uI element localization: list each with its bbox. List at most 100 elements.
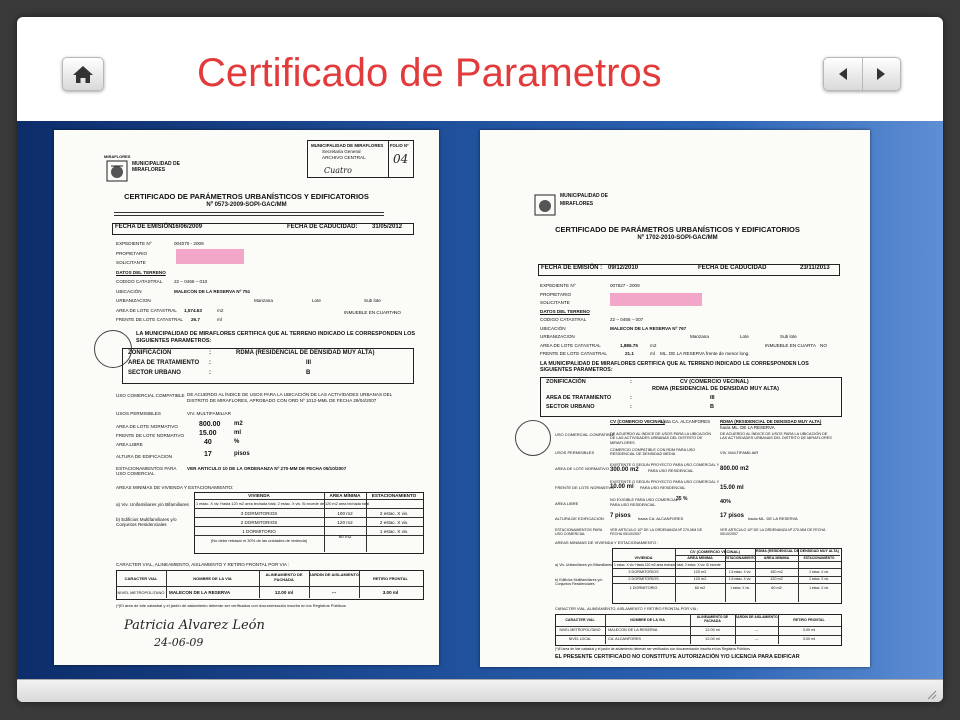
col-cv-sub: hasta CA. ALCANFORES bbox=[660, 419, 711, 424]
area-rdma: 800.00 m2 bbox=[720, 466, 749, 472]
vial-title: CARACTER VIAL, ALINEAMIENTO, AISLAMIENTO… bbox=[555, 607, 699, 611]
col-rdma-sub: hacia ML. DE LA RESERVA bbox=[720, 425, 775, 430]
ubicacion: MALECON DE LA RESERVA Nº 767 bbox=[610, 326, 687, 331]
table-rdma-header: RDMA (RESIDENCIAL DE DENSIDAD MUY ALTA) bbox=[756, 549, 839, 553]
r1-a2: 150 m2 bbox=[770, 570, 783, 574]
altura-cv: 7 pisos bbox=[610, 513, 631, 519]
frente-normativo: 15.00 bbox=[199, 430, 217, 437]
sector: B bbox=[306, 370, 311, 376]
v2-caracter: NIVEL LOCAL bbox=[568, 637, 592, 641]
vial-header-jardin: JARDIN DE AISLAMIENTO bbox=[309, 572, 360, 577]
stamp-line-3: ARCHIVO CENTRAL bbox=[322, 155, 366, 160]
vial-h-nombre: NOMBRE DE LA VIA bbox=[630, 618, 665, 622]
footnote: (*)El área de lote catastral y el jardín… bbox=[116, 603, 346, 608]
datos-terreno-heading: DATOS DEL TERRENO bbox=[116, 270, 166, 275]
v2-alineamiento: 12.00 ml bbox=[705, 637, 720, 641]
home-button[interactable] bbox=[62, 57, 104, 91]
r1-v: 3 DORMITORIOS bbox=[628, 570, 659, 574]
muni-top-label: MIRAFLORES bbox=[104, 154, 131, 159]
zonificacion-label: ZONIFICACIÓN bbox=[128, 350, 172, 356]
area-libre-label: AREA LIBRE bbox=[116, 442, 143, 447]
area-tratamiento-label: AREA DE TRATAMIENTO bbox=[546, 395, 612, 401]
r2-a2: 120 m2 bbox=[770, 577, 783, 581]
folio-label: FOLIO Nº bbox=[390, 143, 409, 148]
fecha-emision-label: FECHA DE EMISIÓN : bbox=[541, 265, 603, 271]
resize-grip-icon[interactable] bbox=[925, 688, 937, 700]
row-a-vivienda: 1 estac. X viv. Hasta 120 m2 area techad… bbox=[196, 502, 370, 506]
codigo-catastral: 22 – 0466 – 010 bbox=[174, 279, 208, 284]
stamp-line-1: MUNICIPALIDAD DE MIRAFLORES bbox=[311, 143, 384, 148]
area-normativo-label: AREA DE LOTE NORMATIVO bbox=[116, 424, 178, 429]
inmueble-label: INMUEBLE EN CUARTA bbox=[765, 343, 816, 348]
uso-compatible-label: USO COMERCIAL COMPATIBLE bbox=[116, 393, 185, 398]
fecha-emision: 09/12/2010 bbox=[608, 265, 639, 271]
usos-cv: COMERCIO COMPATIBLE CON RDM PARA USO RES… bbox=[610, 448, 696, 457]
propietario-label: PROPIETARIO bbox=[540, 292, 572, 297]
area-normativo-unit: m2 bbox=[234, 421, 243, 427]
certificate-heading: CERTIFICADO DE PARÁMETROS URBANÍSTICOS Y… bbox=[555, 225, 800, 234]
r3-a2: 60 m2 bbox=[771, 586, 782, 590]
row-3dorm-area: 100 m2 bbox=[337, 511, 353, 516]
manzana-label: Manzana bbox=[690, 334, 709, 339]
codigo-catastral-label: CODIGO CATASTRAL bbox=[540, 317, 587, 322]
certifica-text: LA MUNICIPALIDAD DE MIRAFLORES CERTIFICA… bbox=[540, 361, 809, 373]
manzana-label: Manzana bbox=[254, 298, 273, 303]
estacionamientos-label: ESTACIONAMIENTOS PARA USO COMERCIAL bbox=[116, 466, 177, 477]
zonificacion: RDMA (RESIDENCIAL DE DENSIDAD MUY ALTA) bbox=[236, 350, 375, 356]
uso-compatible-label: USO COMERCIAL COMPATIBLE bbox=[555, 432, 615, 437]
v1-jardin: --- bbox=[754, 628, 759, 632]
frente-lote: 21.1 bbox=[625, 351, 634, 356]
usos-permisibles-label: USOS PERMISIBLES bbox=[116, 411, 161, 416]
r2-e2: 2 estac. X viv. bbox=[809, 577, 829, 581]
frente-note: ML. DE LA RESERVA frente de menor long. bbox=[660, 351, 750, 356]
ubicacion-label: UBICACIÓN bbox=[116, 289, 142, 294]
zonificacion-2: RDMA (RESIDENCIAL DE DENSIDAD MUY ALTA) bbox=[652, 386, 779, 392]
th-estac-1: ESTACIONAMIENTO bbox=[725, 556, 756, 560]
altura-label: ALTURA DE EDIFICACION bbox=[555, 516, 604, 521]
vivienda-header: VIVIENDA bbox=[248, 493, 270, 498]
next-slide-button[interactable] bbox=[863, 58, 901, 90]
th-area-2: AREA MÍNIMA bbox=[763, 556, 790, 560]
vial-header-nombre: NOMBRE DE LA VIA bbox=[193, 576, 232, 581]
area-libre-rdma: 40% bbox=[720, 499, 732, 505]
zonificacion-1: CV (COMERCIO VECINAL) bbox=[680, 379, 749, 385]
vial-jardin: --- bbox=[331, 590, 337, 595]
table-cv-header: CV (COMERCIO VECINAL) bbox=[690, 549, 740, 554]
areas-minimas-title: AREAS MINIMAS DE VIVIENDA Y ESTACIONAMIE… bbox=[116, 485, 234, 490]
row-a-label: a) Viv. Unifamiliares y/o Bifamiliares bbox=[116, 502, 189, 507]
municipality-logo-icon bbox=[106, 160, 128, 182]
redacted-owner bbox=[610, 293, 702, 306]
r3-a1: 60 m2 bbox=[694, 586, 706, 590]
v2-jardin: --- bbox=[754, 637, 759, 641]
altura-unit: pisos bbox=[234, 451, 250, 457]
frente-rdma: 15.00 ml bbox=[720, 485, 744, 491]
ubicacion-label: UBICACIÓN bbox=[540, 326, 566, 331]
area-tratamiento: III bbox=[306, 360, 312, 366]
v1-alineamiento: 12.00 ml bbox=[705, 628, 720, 632]
folio-value: 04 bbox=[393, 152, 409, 166]
sublote-label: Sub lote bbox=[364, 298, 381, 303]
area-libre-unit: % bbox=[234, 439, 240, 445]
prev-slide-button[interactable] bbox=[824, 58, 863, 90]
slide-title: Certificado de Parametros bbox=[197, 51, 662, 95]
expediente-label: EXPEDIENTE Nº bbox=[116, 241, 152, 246]
home-icon bbox=[73, 66, 93, 83]
slide: Certificado de Parametros MIRAFLORES MUN… bbox=[17, 17, 943, 702]
vial-caracter: NIVEL METROPOLITANO bbox=[117, 590, 165, 595]
vial-h-retiro: RETIRO FRONTAL bbox=[793, 618, 825, 622]
row-3dorm: 3 DORMITORIOS bbox=[240, 511, 278, 516]
inmueble-value: NO bbox=[820, 343, 827, 348]
altura-rdma-tail: hacia ML. DE LA RESERVA bbox=[748, 516, 798, 521]
arrow-right-icon bbox=[877, 68, 886, 80]
r1-e2: 2 estac. X viv. bbox=[809, 570, 829, 574]
usos-rdma: VIV. MULTIFAMILIAR bbox=[720, 450, 759, 455]
row-a-label: a) Viv. Unifamiliares y/o Bifamiliares bbox=[555, 563, 612, 567]
codigo-catastral-label: CODIGO CATASTRAL bbox=[116, 279, 163, 284]
uso-compatible: DE ACUERDO AL ÍNDICE DE USOS PARA LA UBI… bbox=[187, 392, 393, 403]
th-estac-2: ESTACIONAMIENTO bbox=[803, 556, 835, 560]
frente-lote: 26.7 bbox=[191, 317, 200, 322]
stamp-line-2: Secretaria General bbox=[322, 149, 361, 154]
row-1dorm: 1 DORMITORIO bbox=[242, 529, 276, 534]
area-cv-tail: PARA USO RESIDENCIAL bbox=[648, 469, 694, 473]
frente-normativo-label: FRENTE DE LOTE NORMATIVO bbox=[555, 485, 615, 490]
